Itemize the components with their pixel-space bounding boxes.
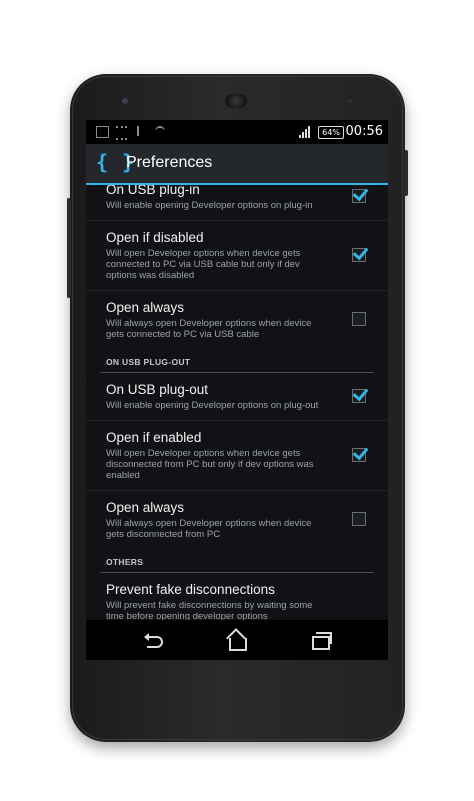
pref-title: On USB plug-in	[106, 185, 200, 197]
pref-title: Open if enabled	[106, 430, 202, 445]
back-icon[interactable]	[143, 628, 167, 652]
recent-apps-icon[interactable]	[309, 628, 333, 652]
pref-summary: Will open Developer options when device …	[106, 448, 314, 481]
pref-open-if-enabled[interactable]: Open if enabled Will open Developer opti…	[86, 421, 388, 491]
volume-button	[67, 198, 71, 298]
home-icon[interactable]	[225, 628, 249, 652]
proximity-sensor	[348, 99, 352, 103]
pref-summary: Will prevent fake disconnections by wait…	[106, 600, 313, 620]
pref-title: Prevent fake disconnections	[106, 582, 275, 597]
pref-title: Open always	[106, 300, 185, 315]
pref-open-always-plugin[interactable]: Open always Will always open Developer o…	[86, 291, 388, 349]
pref-open-always-plugout[interactable]: Open always Will always open Developer o…	[86, 491, 388, 549]
earpiece-speaker	[225, 94, 247, 108]
signal-icon	[299, 126, 312, 138]
image-icon	[96, 126, 109, 138]
checkbox-open-always-plugin[interactable]	[352, 312, 366, 326]
category-header-others: OTHERS	[86, 549, 388, 573]
pref-title: Open if disabled	[106, 230, 204, 245]
category-header-plug-out: ON USB PLUG-OUT	[86, 349, 388, 373]
action-bar-divider	[86, 183, 388, 185]
pref-summary: Will always open Developer options when …	[106, 518, 312, 540]
device-screen: 64% 00:56 { } Preferences On USB plug-in…	[86, 120, 388, 660]
preferences-list: On USB plug-in Will enable opening Devel…	[86, 185, 388, 620]
pref-summary: Will always open Developer options when …	[106, 318, 312, 340]
status-bar: 64% 00:56	[86, 120, 388, 144]
checkbox-open-if-disabled[interactable]	[352, 247, 366, 262]
pref-on-usb-plugout[interactable]: On USB plug-out Will enable opening Deve…	[86, 373, 388, 421]
pref-title: Open always	[106, 500, 185, 515]
checkbox-on-usb-plugout[interactable]	[352, 388, 366, 403]
battery-icon: 64%	[318, 126, 344, 139]
pref-summary: Will open Developer options when device …	[106, 248, 301, 281]
pref-on-usb-plugin[interactable]: On USB plug-in Will enable opening Devel…	[86, 185, 388, 221]
pref-open-if-disabled[interactable]: Open if disabled Will open Developer opt…	[86, 221, 388, 291]
navigation-bar	[86, 620, 388, 660]
pref-summary: Will enable opening Developer options on…	[106, 200, 313, 211]
usb-debug-icon	[116, 126, 127, 140]
status-clock: 00:56	[345, 124, 383, 139]
preferences-scroll[interactable]: On USB plug-in Will enable opening Devel…	[86, 185, 388, 620]
checkbox-on-usb-plugin[interactable]	[352, 188, 366, 203]
page-title: Preferences	[126, 154, 213, 171]
power-button	[404, 150, 408, 196]
checkbox-open-if-enabled[interactable]	[352, 447, 366, 462]
action-bar: { } Preferences	[86, 144, 388, 184]
sync-icon	[155, 126, 165, 138]
front-camera	[122, 98, 128, 104]
usb-icon	[137, 126, 147, 136]
checkbox-open-always-plugout[interactable]	[352, 512, 366, 526]
pref-summary: Will enable opening Developer options on…	[106, 400, 319, 411]
pref-prevent-fake-disconnections[interactable]: Prevent fake disconnections Will prevent…	[86, 573, 388, 620]
pref-title: On USB plug-out	[106, 382, 209, 397]
